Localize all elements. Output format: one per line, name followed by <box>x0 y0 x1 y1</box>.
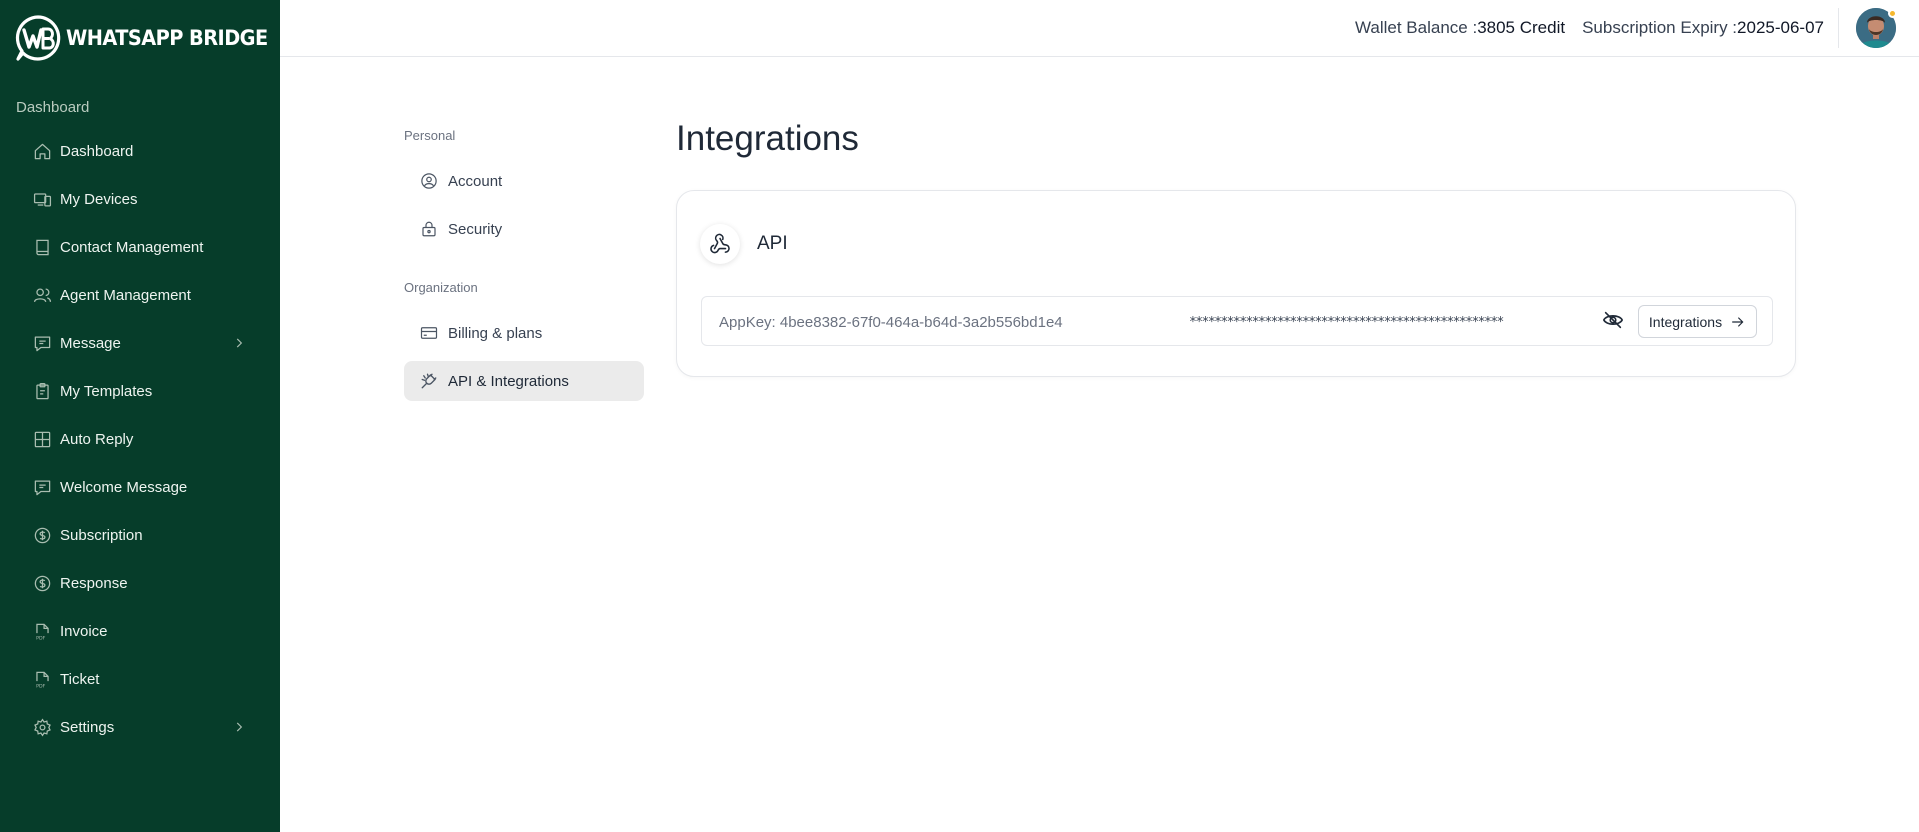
sidebar-item-label: Auto Reply <box>60 430 134 448</box>
chevron-right-icon <box>236 338 243 348</box>
wallet-balance-value: 3805 Credit <box>1477 18 1566 37</box>
sidebar-section-label: Dashboard <box>16 99 90 116</box>
sidebar-item-dashboard[interactable]: Dashboard <box>0 127 280 175</box>
sidebar-item-label: Contact Management <box>60 238 204 256</box>
api-card-title: API <box>757 233 788 254</box>
sidebar-item-label: Response <box>60 574 128 592</box>
sidebar-item-label: Dashboard <box>60 142 134 160</box>
plug-icon <box>420 372 438 390</box>
header-divider <box>1838 8 1839 48</box>
top-header: Wallet Balance : 3805 Credit Subscriptio… <box>280 0 1919 57</box>
sidebar-item-my-devices[interactable]: My Devices <box>0 175 280 223</box>
users-icon <box>33 286 52 305</box>
settings-nav-label: Billing & plans <box>448 324 543 342</box>
eye-off-icon[interactable] <box>1602 309 1624 331</box>
sidebar-item-label: Invoice <box>60 622 108 640</box>
masked-secret: ****************************************… <box>1189 315 1504 330</box>
status-dot <box>1888 9 1897 18</box>
message-icon <box>33 334 52 353</box>
nav-group-personal: Personal <box>404 128 456 143</box>
sidebar-item-my-templates[interactable]: My Templates <box>0 367 280 415</box>
webhook-icon <box>700 224 740 264</box>
settings-nav-billing[interactable]: Billing & plans <box>404 313 644 353</box>
sidebar-item-subscription[interactable]: Subscription <box>0 511 280 559</box>
user-circle-icon <box>420 172 438 190</box>
pdf-icon: PDF <box>33 670 52 689</box>
wallet-balance: Wallet Balance : 3805 Credit <box>1355 18 1565 38</box>
appkey-text[interactable]: AppKey: 4bee8382-67f0-464a-b64d-3a2b556b… <box>719 314 1063 331</box>
book-icon <box>33 238 52 257</box>
svg-text:PDF: PDF <box>36 683 46 689</box>
lock-icon <box>420 220 438 238</box>
settings-nav-api-integrations[interactable]: API & Integrations <box>404 361 644 401</box>
subscription-expiry: Subscription Expiry : 2025-06-07 <box>1582 18 1824 38</box>
sidebar-item-settings[interactable]: Settings <box>0 703 280 751</box>
sidebar-item-response[interactable]: Response <box>0 559 280 607</box>
integrations-button[interactable]: Integrations <box>1638 305 1757 338</box>
dollar-icon <box>33 526 52 545</box>
api-card: API AppKey: 4bee8382-67f0-464a-b64d-3a2b… <box>676 190 1796 377</box>
settings-nav-label: API & Integrations <box>448 372 569 390</box>
chevron-right-icon <box>236 722 243 732</box>
sidebar-item-welcome-message[interactable]: Welcome Message <box>0 463 280 511</box>
sidebar-item-label: My Templates <box>60 382 153 400</box>
subscription-expiry-label: Subscription Expiry : <box>1582 18 1738 37</box>
sidebar-item-label: My Devices <box>60 190 138 208</box>
sidebar-item-agent-management[interactable]: Agent Management <box>0 271 280 319</box>
account-summary: Wallet Balance : 3805 Credit Subscriptio… <box>1355 18 1824 38</box>
settings-nav-security[interactable]: Security <box>404 209 644 249</box>
sidebar-item-label: Ticket <box>60 670 100 688</box>
nav-group-organization: Organization <box>404 280 478 295</box>
credit-card-icon <box>420 324 438 342</box>
brand-name: WHATSAPP BRIDGE <box>66 26 268 50</box>
wb-logo-icon <box>15 15 61 61</box>
sidebar-item-auto-reply[interactable]: Auto Reply <box>0 415 280 463</box>
grid-icon <box>33 430 52 449</box>
settings-nav-label: Security <box>448 220 503 238</box>
subscription-expiry-value: 2025-06-07 <box>1737 18 1824 37</box>
appkey-row: AppKey: 4bee8382-67f0-464a-b64d-3a2b556b… <box>701 296 1773 346</box>
arrow-right-icon <box>1730 314 1746 330</box>
gear-icon <box>33 717 52 737</box>
brand[interactable]: WHATSAPP BRIDGE <box>14 14 285 62</box>
pdf-icon: PDF <box>33 622 52 641</box>
sidebar-item-message[interactable]: Message <box>0 319 280 367</box>
sidebar-item-ticket[interactable]: PDF Ticket <box>0 655 280 703</box>
settings-nav-account[interactable]: Account <box>404 161 644 201</box>
wallet-balance-label: Wallet Balance : <box>1354 18 1478 37</box>
message-icon <box>33 478 52 497</box>
page-title: Integrations <box>676 119 859 158</box>
sidebar-item-contact-management[interactable]: Contact Management <box>0 223 280 271</box>
sidebar-item-label: Message <box>60 334 121 352</box>
sidebar-item-label: Agent Management <box>60 286 191 304</box>
sidebar-item-label: Settings <box>60 718 115 736</box>
dollar-icon <box>33 574 52 593</box>
sidebar-item-label: Welcome Message <box>60 478 188 496</box>
sidebar-nav: Dashboard My Devices Contact Management … <box>0 127 280 751</box>
settings-nav-label: Account <box>448 172 503 190</box>
svg-text:PDF: PDF <box>36 635 46 641</box>
devices-icon <box>33 190 52 209</box>
integrations-button-label: Integrations <box>1648 313 1723 330</box>
sidebar-item-invoice[interactable]: PDF Invoice <box>0 607 280 655</box>
clipboard-icon <box>33 382 52 401</box>
sidebar-item-label: Subscription <box>60 526 143 544</box>
sidebar: WHATSAPP BRIDGE Dashboard Dashboard My D… <box>0 0 280 832</box>
home-icon <box>33 142 52 161</box>
